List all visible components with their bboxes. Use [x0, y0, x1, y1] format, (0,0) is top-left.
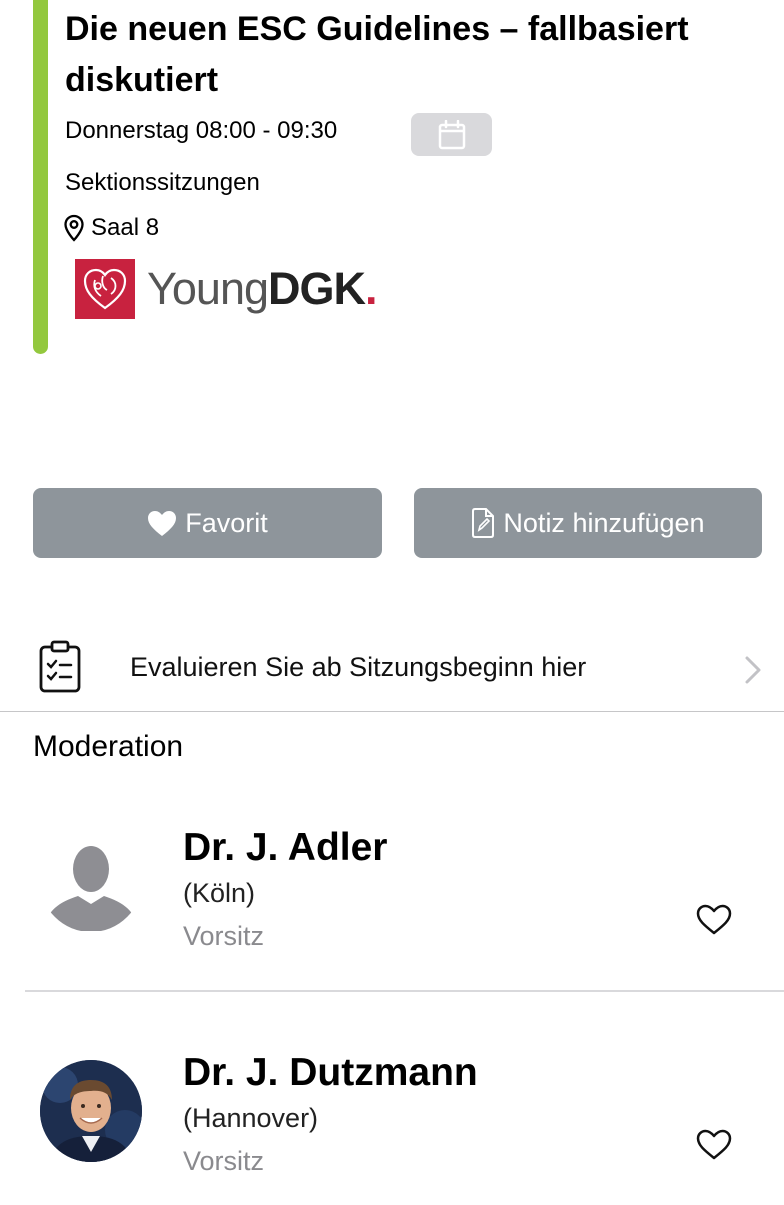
- heart-filled-icon: [148, 510, 177, 536]
- location-label: Saal 8: [91, 214, 160, 241]
- calendar-icon: [438, 119, 465, 149]
- young-dgk-logo: YoungDGK.: [75, 259, 377, 319]
- person-silhouette-icon: [44, 846, 138, 931]
- person-row[interactable]: Dr. J. Dutzmann (Hannover) Vorsitz: [0, 1035, 784, 1205]
- session-accent-bar: [33, 0, 48, 354]
- logo-dot: .: [365, 263, 377, 314]
- evaluation-label: Evaluieren Sie ab Sitzungsbeginn hier: [130, 652, 587, 682]
- moderation-heading: Moderation: [33, 730, 184, 763]
- location-pin-icon: [64, 214, 84, 242]
- favorit-label: Favorit: [185, 507, 268, 538]
- add-note-button[interactable]: Notiz hinzufügen: [414, 488, 762, 558]
- logo-dgk-text: DGK: [268, 263, 366, 314]
- avatar: [40, 830, 142, 932]
- session-title: Die neuen ESC Guidelines – fallbasiert d…: [65, 10, 689, 99]
- favorite-heart-icon[interactable]: [696, 1129, 732, 1161]
- person-role: Vorsitz: [183, 921, 265, 951]
- session-category: Sektionssitzungen: [65, 169, 260, 196]
- divider: [25, 990, 784, 992]
- person-name: Dr. J. Adler: [183, 826, 388, 869]
- session-time: Donnerstag 08:00 - 09:30: [65, 117, 338, 144]
- person-row[interactable]: Dr. J. Adler (Köln) Vorsitz: [0, 810, 784, 980]
- person-role: Vorsitz: [183, 1146, 265, 1176]
- divider: [0, 711, 784, 712]
- session-location: Saal 8: [63, 214, 159, 242]
- favorit-button[interactable]: Favorit: [33, 488, 382, 558]
- clipboard-checklist-icon: [39, 640, 81, 693]
- avatar: [40, 1060, 142, 1162]
- favorite-heart-icon[interactable]: [696, 904, 732, 936]
- person-city: (Köln): [183, 878, 256, 908]
- evaluation-row[interactable]: Evaluieren Sie ab Sitzungsbeginn hier: [0, 633, 784, 711]
- person-city: (Hannover): [183, 1103, 319, 1133]
- person-name: Dr. J. Dutzmann: [183, 1051, 478, 1094]
- logo-young-text: Young: [147, 263, 269, 314]
- heart-logo-icon: [75, 259, 135, 319]
- add-to-calendar-button[interactable]: [411, 113, 492, 156]
- portrait-photo: [40, 1060, 142, 1162]
- chevron-right-icon: [745, 656, 761, 684]
- notiz-label: Notiz hinzufügen: [503, 507, 705, 538]
- note-edit-icon: [472, 508, 495, 538]
